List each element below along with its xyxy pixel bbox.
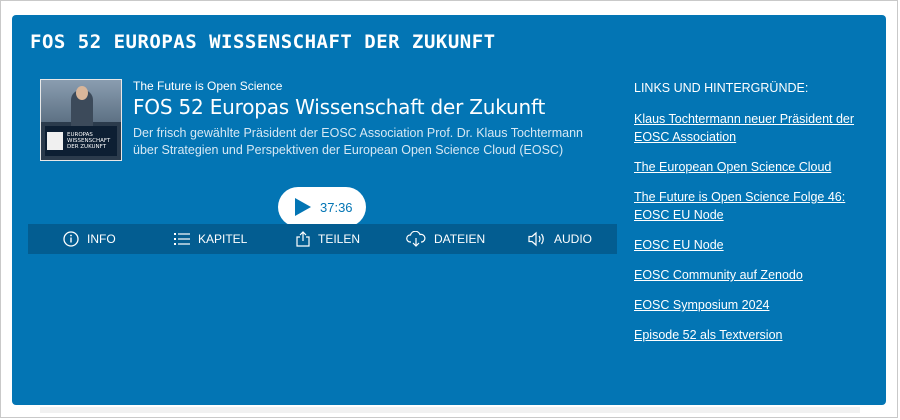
tab-kapitel-label: KAPITEL — [198, 232, 248, 246]
tab-dateien[interactable]: DATEIEN — [406, 224, 485, 254]
link-fos-folge-46[interactable]: The Future is Open Science Folge 46: EOS… — [634, 190, 845, 222]
speaker-icon — [528, 231, 544, 247]
list-item: Episode 52 als Textversion — [634, 326, 874, 344]
link-eosc-symposium[interactable]: EOSC Symposium 2024 — [634, 298, 769, 312]
links-list: Klaus Tochtermann neuer Präsident der EO… — [634, 110, 874, 344]
list-item: Klaus Tochtermann neuer Präsident der EO… — [634, 110, 874, 146]
bottom-strip — [40, 407, 860, 413]
list-item: The Future is Open Science Folge 46: EOS… — [634, 188, 874, 224]
link-eosc-eu-node[interactable]: EOSC EU Node — [634, 238, 724, 252]
list-item: EOSC Community auf Zenodo — [634, 266, 874, 284]
episode-title: FOS 52 Europas Wissenschaft der Zukunft — [133, 95, 546, 119]
link-european-open-science-cloud[interactable]: The European Open Science Cloud — [634, 160, 831, 174]
tab-audio[interactable]: AUDIO — [528, 224, 592, 254]
tab-info[interactable]: INFO — [63, 224, 116, 254]
play-button[interactable]: 37:36 — [278, 187, 366, 227]
page-title: FOS 52 EUROPAS WISSENSCHAFT DER ZUKUNFT — [30, 31, 496, 53]
list-item: EOSC EU Node — [634, 236, 874, 254]
cover-text: Europas Wissenschaft der Zukunft — [67, 132, 111, 150]
cloud-download-icon — [406, 231, 426, 247]
episode-description: Der frisch gewählte Präsident der EOSC A… — [133, 126, 583, 157]
link-tochtermann-praesident[interactable]: Klaus Tochtermann neuer Präsident der EO… — [634, 112, 854, 144]
episode-cover-image: Europas Wissenschaft der Zukunft — [40, 79, 122, 161]
link-eosc-zenodo[interactable]: EOSC Community auf Zenodo — [634, 268, 803, 282]
play-icon — [295, 198, 311, 216]
content-card: FOS 52 EUROPAS WISSENSCHAFT DER ZUKUNFT … — [12, 15, 886, 405]
podcast-name: The Future is Open Science — [133, 79, 283, 93]
list-icon — [174, 233, 190, 245]
episode-duration: 37:36 — [320, 200, 353, 215]
tab-info-label: INFO — [87, 232, 116, 246]
links-heading: LINKS UND HINTERGRÜNDE: — [634, 81, 809, 95]
tab-dateien-label: DATEIEN — [434, 232, 486, 246]
list-item: EOSC Symposium 2024 — [634, 296, 874, 314]
tab-kapitel[interactable]: KAPITEL — [174, 224, 247, 254]
links-section: LINKS UND HINTERGRÜNDE: Klaus Tochterman… — [634, 81, 874, 356]
tab-audio-label: AUDIO — [554, 232, 593, 246]
tab-teilen-label: TEILEN — [318, 232, 361, 246]
player-tabbar: INFO KAPITEL TEILEN DATEIEN AUDIO — [28, 224, 617, 254]
link-episode-textversion[interactable]: Episode 52 als Textversion — [634, 328, 782, 342]
share-icon — [296, 231, 310, 247]
info-icon — [63, 231, 79, 247]
list-item: The European Open Science Cloud — [634, 158, 874, 176]
tab-teilen[interactable]: TEILEN — [296, 224, 360, 254]
